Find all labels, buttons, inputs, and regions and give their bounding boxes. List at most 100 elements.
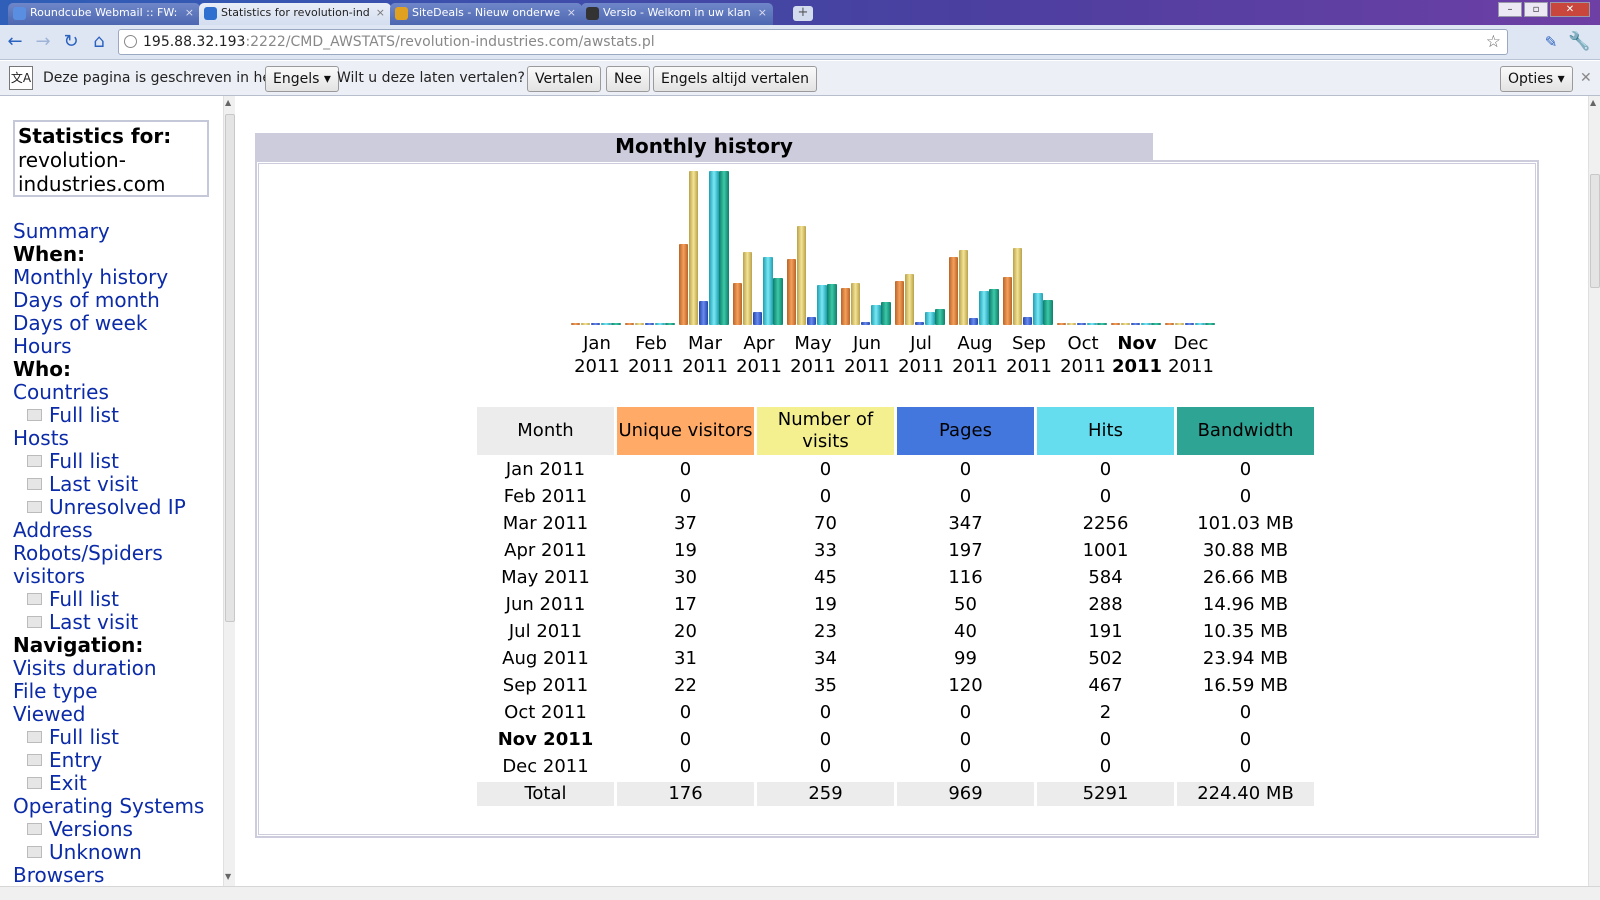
maximize-button[interactable]: ▫: [1524, 2, 1548, 17]
bar-pages: [753, 312, 762, 325]
close-infobar-icon[interactable]: ✕: [1580, 70, 1592, 86]
bar-hits: [817, 285, 827, 325]
cell-hits: 2256: [1082, 513, 1129, 534]
submenu-icon: [27, 754, 42, 766]
tab-versio[interactable]: Versio - Welkom in uw klan ×: [581, 3, 773, 25]
home-icon[interactable]: ⌂: [88, 32, 110, 54]
menu-link-robots-spiders[interactable]: Robots/Spiders: [13, 542, 204, 565]
close-icon[interactable]: ×: [758, 3, 767, 23]
wrench-icon[interactable]: 🔧: [1568, 32, 1590, 54]
menu-link-summary[interactable]: Summary: [13, 220, 204, 243]
menu-link-monthly-history[interactable]: Monthly history: [13, 266, 204, 289]
close-icon[interactable]: ×: [567, 3, 576, 23]
extension-icon[interactable]: ✎: [1540, 32, 1562, 54]
menu-link-hosts[interactable]: Hosts: [13, 427, 204, 450]
menu-link-visits-duration[interactable]: Visits duration: [13, 657, 204, 680]
menu-subitem-entry[interactable]: Entry: [13, 749, 204, 772]
sidebar-menu: Summary When: Monthly history Days of month…: [13, 220, 204, 900]
menu-link-countries[interactable]: Countries: [13, 381, 204, 404]
menu-subitem-exit[interactable]: Exit: [13, 772, 204, 795]
menu-subitem-last-visit[interactable]: Last visit: [13, 473, 204, 496]
tab-roundcube[interactable]: Roundcube Webmail :: FW: ×: [8, 3, 200, 25]
minimize-button[interactable]: –: [1498, 2, 1522, 17]
menu-link-operating-systems[interactable]: Operating Systems: [13, 795, 204, 818]
cell-pages: 116: [948, 567, 983, 588]
menu-link-address[interactable]: Address: [13, 519, 204, 542]
cell-visits: 23: [814, 621, 837, 642]
cell-unique-visitors: 17: [674, 594, 697, 615]
cell-visits: 35: [814, 675, 837, 696]
menu-link-days-of-month[interactable]: Days of month: [13, 289, 204, 312]
page-scrollbar[interactable]: ▲: [1588, 96, 1600, 886]
menu-link-hours[interactable]: Hours: [13, 335, 204, 358]
options-button[interactable]: Opties ▾: [1500, 66, 1573, 92]
language-select[interactable]: Engels ▾: [265, 66, 339, 92]
submenu-icon: [27, 455, 42, 467]
cell-visits: 0: [819, 459, 832, 480]
bookmark-star-icon[interactable]: ☆: [1486, 30, 1501, 54]
new-tab-button[interactable]: +: [793, 6, 813, 21]
back-icon[interactable]: ←: [4, 32, 26, 54]
menu-subitem-versions[interactable]: Versions: [13, 818, 204, 841]
tick-year: 2011: [736, 356, 782, 377]
tab-statistics[interactable]: Statistics for revolution-ind ×: [199, 3, 391, 25]
tick-year: 2011: [898, 356, 944, 377]
close-window-button[interactable]: ✕: [1550, 2, 1590, 17]
menu-link-browsers[interactable]: Browsers: [13, 864, 204, 887]
bar-hits: [655, 323, 665, 325]
bar-unique-visitors: [679, 244, 688, 325]
menu-subitem-last-visit[interactable]: Last visit: [13, 611, 204, 634]
tick-year: 2011: [574, 356, 620, 377]
bar-pages: [861, 322, 870, 325]
scroll-up-icon[interactable]: ▲: [1590, 98, 1596, 107]
address-bar[interactable]: 195.88.32.193:2222/CMD_AWSTATS/revolutio…: [118, 29, 1508, 55]
menu-link-days-of-week[interactable]: Days of week: [13, 312, 204, 335]
menu-subitem-full-list[interactable]: Full list: [13, 588, 204, 611]
bar-unique-visitors: [733, 283, 742, 325]
menu-subitem-unresolved-ip[interactable]: Unresolved IP: [13, 496, 204, 519]
always-translate-button[interactable]: Engels altijd vertalen: [653, 66, 818, 92]
menu-subitem-full-list[interactable]: Full list: [13, 726, 204, 749]
submenu-icon: [27, 846, 42, 858]
menu-link-visitors[interactable]: visitors: [13, 565, 204, 588]
menu-subitem-full-list[interactable]: Full list: [13, 450, 204, 473]
bar-visits: [635, 323, 644, 325]
total-hits: 5291: [1037, 782, 1174, 806]
menu-subitem-label: Exit: [49, 771, 87, 795]
cell-month: Feb 2011: [503, 486, 588, 507]
page-info-icon[interactable]: [124, 35, 137, 48]
sidebar-scrollbar[interactable]: ▲ ▼: [223, 96, 235, 886]
cell-visits: 0: [819, 729, 832, 750]
chevron-down-icon: ▾: [323, 71, 331, 87]
table-row: Aug 2011 31 34 99 502 23.94 MB: [477, 647, 1314, 671]
menu-subitem-full-list[interactable]: Full list: [13, 404, 204, 427]
bar-bandwidth: [935, 309, 945, 325]
bar-hits: [979, 291, 989, 325]
horizontal-scrollbar[interactable]: [0, 886, 1600, 900]
bar-visits: [851, 283, 860, 325]
cell-hits: 0: [1099, 756, 1112, 777]
menu-link-file-type[interactable]: File type: [13, 680, 204, 703]
x-tick-label: Nov 2011: [1110, 332, 1164, 378]
cell-month: Nov 2011: [497, 729, 594, 750]
scrollbar-thumb[interactable]: [1590, 174, 1600, 288]
close-icon[interactable]: ×: [376, 3, 385, 23]
close-icon[interactable]: ×: [185, 3, 194, 23]
browser-titlebar: Roundcube Webmail :: FW: × Statistics fo…: [0, 0, 1600, 25]
tab-sitedeals[interactable]: SiteDeals - Nieuw onderwe ×: [390, 3, 582, 25]
x-tick-label: Apr 2011: [732, 332, 786, 378]
no-button[interactable]: Nee: [606, 66, 650, 92]
scrollbar-thumb[interactable]: [225, 114, 235, 622]
translate-button[interactable]: Vertalen: [527, 66, 602, 92]
menu-header-when: When:: [13, 242, 86, 266]
reload-icon[interactable]: ↻: [60, 32, 82, 54]
scroll-up-icon[interactable]: ▲: [225, 98, 231, 107]
menu-link-viewed[interactable]: Viewed: [13, 703, 204, 726]
cell-unique-visitors: 0: [679, 729, 692, 750]
cell-unique-visitors: 37: [674, 513, 697, 534]
menu-subitem-unknown[interactable]: Unknown: [13, 841, 204, 864]
forward-icon[interactable]: →: [32, 32, 54, 54]
scroll-down-icon[interactable]: ▼: [225, 872, 231, 881]
x-tick-label: Jul 2011: [894, 332, 948, 378]
bar-pages: [1131, 323, 1140, 325]
